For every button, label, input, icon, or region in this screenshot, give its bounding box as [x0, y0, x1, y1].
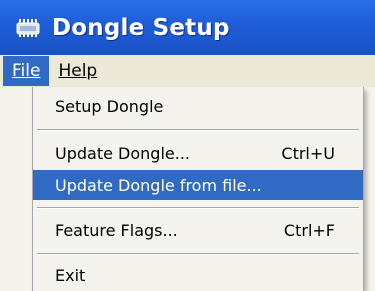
menu-item-update-dongle-from-file[interactable]: Update Dongle from file... [33, 170, 363, 200]
menu-separator [37, 253, 359, 255]
menu-separator [37, 129, 359, 131]
app-window: Dongle Setup File Help Setup Dongle Upda… [0, 0, 375, 291]
menu-item-shortcut: Ctrl+U [281, 143, 335, 163]
menu-item-label: Feature Flags... [55, 220, 178, 240]
title-bar[interactable]: Dongle Setup [0, 0, 375, 55]
menu-item-shortcut: Ctrl+F [283, 220, 335, 240]
menu-item-label: Update Dongle from file... [55, 175, 262, 195]
window-title: Dongle Setup [52, 14, 230, 41]
menu-item-exit[interactable]: Exit [33, 260, 363, 290]
file-menu-dropdown: Setup Dongle Update Dongle... Ctrl+U Upd… [32, 87, 364, 291]
menu-separator [37, 207, 359, 209]
menu-item-label: Setup Dongle [55, 96, 164, 116]
menu-item-label: Exit [55, 265, 86, 285]
dongle-chip-icon [14, 18, 42, 38]
menu-file[interactable]: File [3, 56, 50, 86]
menu-bar: File Help [0, 55, 375, 87]
menu-help[interactable]: Help [49, 56, 106, 86]
menu-item-label: Update Dongle... [55, 143, 190, 163]
menu-help-label: Help [58, 61, 98, 81]
menu-item-setup-dongle[interactable]: Setup Dongle [33, 91, 363, 121]
menu-item-update-dongle[interactable]: Update Dongle... Ctrl+U [33, 138, 363, 168]
menu-file-label: File [12, 61, 41, 81]
menu-item-feature-flags[interactable]: Feature Flags... Ctrl+F [33, 215, 363, 245]
